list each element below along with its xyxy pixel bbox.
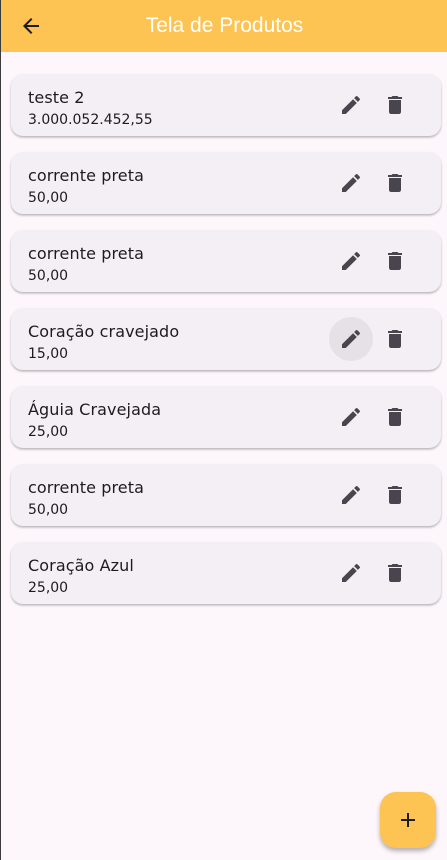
plus-icon xyxy=(401,813,415,827)
product-card: teste 2 3.000.052.452,55 xyxy=(11,74,441,136)
product-card: corrente preta 50,00 xyxy=(11,464,441,526)
delete-button[interactable] xyxy=(373,239,417,283)
product-name: Águia Cravejada xyxy=(28,400,162,419)
pencil-icon xyxy=(342,251,361,270)
app-bar: Tela de Produtos xyxy=(1,0,447,52)
delete-button[interactable] xyxy=(373,551,417,595)
edit-button[interactable] xyxy=(329,395,373,439)
product-price: 25,00 xyxy=(28,580,69,596)
product-card: Águia Cravejada 25,00 xyxy=(11,386,441,448)
trash-icon xyxy=(388,252,402,270)
trash-icon xyxy=(388,408,402,426)
add-product-button[interactable] xyxy=(380,792,436,848)
pencil-icon xyxy=(342,329,361,348)
product-name: Coração cravejado xyxy=(28,322,180,341)
product-name: corrente preta xyxy=(28,244,145,263)
edit-button[interactable] xyxy=(329,551,373,595)
product-list: teste 2 3.000.052.452,55 corrente preta … xyxy=(11,74,441,620)
product-card: Coração Azul 25,00 xyxy=(11,542,441,604)
edit-button[interactable] xyxy=(329,473,373,517)
delete-button[interactable] xyxy=(373,161,417,205)
delete-button[interactable] xyxy=(373,473,417,517)
pencil-icon xyxy=(342,95,361,114)
trash-icon xyxy=(388,330,402,348)
trash-icon xyxy=(388,564,402,582)
delete-button[interactable] xyxy=(373,83,417,127)
product-name: corrente preta xyxy=(28,478,145,497)
product-price: 50,00 xyxy=(28,190,69,206)
pencil-icon xyxy=(342,563,361,582)
product-price: 50,00 xyxy=(28,502,69,518)
product-name: corrente preta xyxy=(28,166,145,185)
product-card: Coração cravejado 15,00 xyxy=(11,308,441,370)
pencil-icon xyxy=(342,485,361,504)
edit-button[interactable] xyxy=(329,239,373,283)
product-card: corrente preta 50,00 xyxy=(11,230,441,292)
delete-button[interactable] xyxy=(373,317,417,361)
edit-button[interactable] xyxy=(329,83,373,127)
trash-icon xyxy=(388,96,402,114)
product-name: teste 2 xyxy=(28,88,85,107)
trash-icon xyxy=(388,174,402,192)
product-price: 25,00 xyxy=(28,424,69,440)
product-price: 15,00 xyxy=(28,346,69,362)
delete-button[interactable] xyxy=(373,395,417,439)
pencil-icon xyxy=(342,173,361,192)
trash-icon xyxy=(388,486,402,504)
pencil-icon xyxy=(342,407,361,426)
edit-button[interactable] xyxy=(329,161,373,205)
product-price: 50,00 xyxy=(28,268,69,284)
product-card: corrente preta 50,00 xyxy=(11,152,441,214)
product-price: 3.000.052.452,55 xyxy=(28,112,153,128)
page-title: Tela de Produtos xyxy=(145,14,304,37)
edit-button[interactable] xyxy=(329,317,373,361)
product-name: Coração Azul xyxy=(28,556,134,575)
